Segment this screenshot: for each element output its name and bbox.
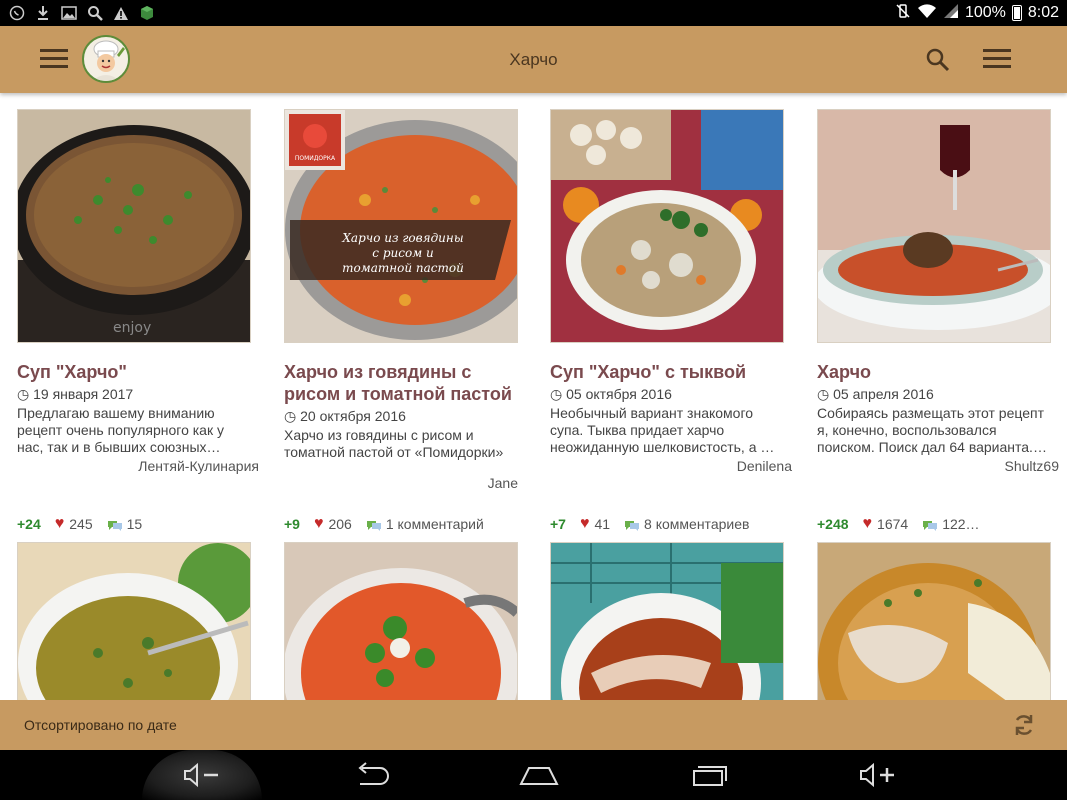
search-notification-icon [86,4,104,22]
recipe-description: Предлагаю вашему вниманию рецепт очень п… [17,405,224,455]
recipe-author[interactable]: Лентяй-Кулинария [138,458,259,474]
recipe-comments: 8 комментариев [644,516,750,532]
sort-bar: Отсортировано по дате [0,700,1067,750]
comment-icon[interactable] [922,518,938,531]
recipe-score: +248 [817,516,849,532]
recipe-author[interactable]: Jane [488,475,518,491]
recipe-card[interactable]: ПОМИДОРКА Харчо из говядины с рисом и тома… [284,109,518,539]
recipe-score: +24 [17,516,41,532]
recipe-photo[interactable]: enjoy [17,109,251,343]
recipe-stats: +248 ♥ 1674 122… [817,514,980,534]
recipe-description: Собираясь размещать этот рецепт я, конеч… [817,405,1047,455]
heart-icon[interactable]: ♥ [863,515,873,533]
recipe-date-text: 19 января 2017 [33,386,134,402]
comment-icon[interactable] [366,518,381,531]
recipe-comments: 15 [126,516,143,532]
clock-icon: ◷ [550,386,563,402]
recipe-photo[interactable] [550,542,784,700]
recipe-photo[interactable] [17,542,251,700]
navigation-bar [0,750,1067,800]
heart-icon[interactable]: ♥ [314,515,324,533]
volume-down-icon[interactable] [182,762,222,788]
recipe-card[interactable]: Харчо ◷ 05 апреля 2016 Собираясь размеща… [817,109,1059,539]
recipe-title[interactable]: Харчо из говядины с рисом и томатной пас… [284,361,520,405]
recipe-date-text: 05 октября 2016 [566,386,672,402]
recipe-photo[interactable] [550,109,784,343]
recipe-card[interactable]: Суп "Харчо" с тыквой ◷ 05 октября 2016 Н… [550,109,792,539]
recipe-card[interactable] [17,542,251,700]
home-icon[interactable] [519,762,559,788]
recipe-stats: +9 ♥ 206 1 комментарий [284,514,484,534]
recipe-score: +9 [284,516,300,532]
recipe-photo[interactable]: ПОМИДОРКА Харчо из говядины с рисом и тома… [284,109,518,343]
recipe-likes: 1674 [877,516,909,532]
comment-icon[interactable] [107,518,122,531]
notification-icons [0,4,156,22]
recipe-likes: 245 [69,516,93,532]
recipe-card[interactable] [284,542,518,700]
recipe-date: ◷ 05 октября 2016 [550,385,786,403]
recipe-title[interactable]: Харчо [817,361,1053,383]
recipe-date: ◷ 05 апреля 2016 [817,385,1053,403]
wifi-icon [917,3,937,24]
clock-time: 8:02 [1027,4,1059,21]
recipe-likes: 206 [328,516,352,532]
battery-icon [1011,5,1022,21]
recipe-author[interactable]: Denilena [737,458,792,474]
download-icon [34,4,52,22]
heart-icon[interactable]: ♥ [55,515,65,533]
sort-status-label: Отсортировано по дате [24,717,177,733]
svg-text:enjoy: enjoy [113,320,151,336]
heart-icon[interactable]: ♥ [580,515,590,533]
battery-percent: 100% [964,4,1006,21]
recipe-author[interactable]: Shultz69 [1005,458,1059,474]
viber-icon [8,4,26,22]
back-icon[interactable] [352,762,392,788]
app-notification-icon [138,4,156,22]
recipe-date: ◷ 20 октября 2016 [284,407,520,425]
brand-badge-text: ПОМИДОРКА [295,155,336,162]
system-status: 100% 8:02 [895,3,1067,24]
status-bar: 100% 8:02 [0,0,1067,26]
recipe-date-text: 20 октября 2016 [300,408,406,424]
signal-icon [943,3,959,24]
image-icon [60,4,78,22]
recipe-photo[interactable] [817,109,1051,343]
recipe-stats: +7 ♥ 41 8 комментариев [550,514,749,534]
overflow-menu-icon[interactable] [983,49,1011,69]
search-icon[interactable] [925,47,951,73]
recipe-score: +7 [550,516,566,532]
recipe-date-text: 05 апреля 2016 [833,386,934,402]
recipe-likes: 41 [594,516,611,532]
recipe-comments: 122… [942,516,980,532]
recipe-card[interactable] [550,542,784,700]
recipe-card[interactable]: enjoy Суп "Харчо" ◷ 19 января 2017 Предл… [17,109,259,539]
recipe-photo[interactable] [284,542,518,700]
recent-apps-icon[interactable] [690,762,730,788]
recipe-title[interactable]: Суп "Харчо" с тыквой [550,361,786,383]
page-title: Харчо [509,50,558,69]
recipe-date: ◷ 19 января 2017 [17,385,253,403]
comment-icon[interactable] [624,518,640,531]
clock-icon: ◷ [17,386,30,402]
volume-up-icon[interactable] [858,762,898,788]
recipe-card[interactable] [817,542,1051,700]
recipe-comments: 1 комментарий [385,516,484,532]
vibrate-off-icon [895,3,911,24]
recipe-description: Необычный вариант знакомого супа. Тыква … [550,405,775,455]
clock-icon: ◷ [284,408,297,424]
recipe-photo[interactable] [817,542,1051,700]
recipe-grid: enjoy Суп "Харчо" ◷ 19 января 2017 Предл… [0,93,1067,700]
app-bar: Харчо [0,26,1067,93]
recipe-stats: +24 ♥ 245 15 [17,514,142,534]
recipe-description: Харчо из говядины с рисом и томатной пас… [284,427,504,460]
clock-icon: ◷ [817,386,830,402]
warning-icon [112,4,130,22]
recipe-title[interactable]: Суп "Харчо" [17,361,253,383]
refresh-icon[interactable] [1011,712,1037,738]
